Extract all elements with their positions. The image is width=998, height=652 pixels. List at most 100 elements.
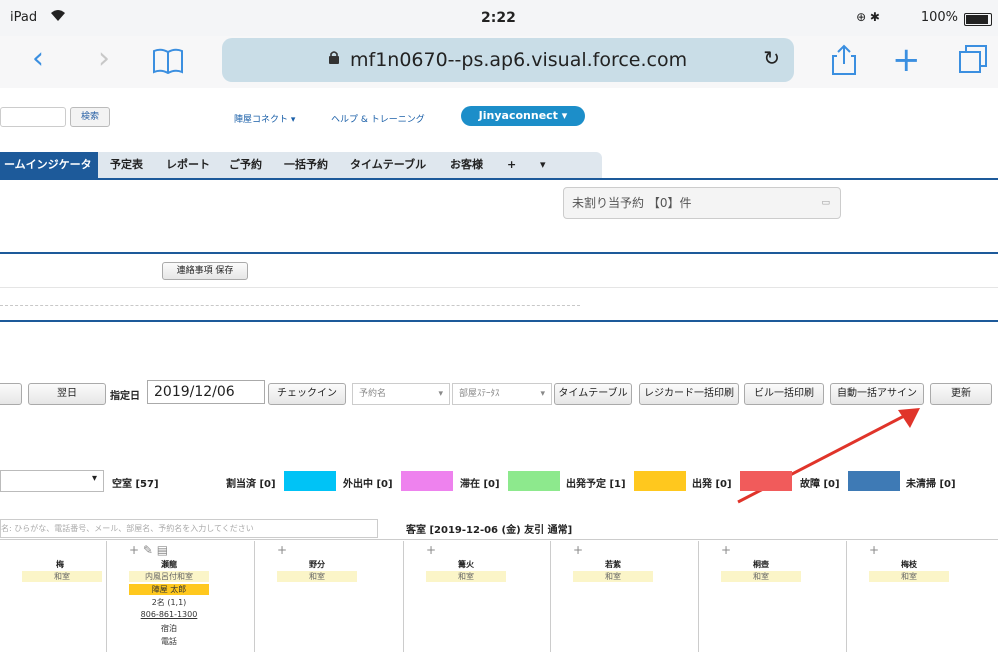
- reload-icon[interactable]: ↻: [763, 46, 780, 70]
- room-type: 内風呂付和室: [129, 571, 209, 582]
- guest-count: 2名 (1,1): [151, 598, 187, 607]
- room-cell[interactable]: + ✎ ▤ 瀬龍内風呂付和室 陣屋 太郎 2名 (1,1) 806-861-1300 宿泊…: [106, 541, 255, 652]
- legend-staying-swatch: [508, 471, 560, 491]
- lock-icon: [329, 51, 339, 64]
- bookmarks-icon[interactable]: [152, 48, 184, 78]
- legend-departing-swatch: [634, 471, 686, 491]
- tab-schedule[interactable]: 予定表: [110, 152, 143, 178]
- room-type: 和室: [869, 571, 949, 582]
- legend-vacant: 空室 [57]: [112, 479, 159, 490]
- room-type: 和室: [277, 571, 357, 582]
- room-cell[interactable]: 梅和室: [0, 541, 106, 652]
- legend-departed-swatch: [740, 471, 792, 491]
- wifi-icon: [50, 8, 66, 26]
- guest-name[interactable]: 陣屋 太郎: [129, 584, 209, 595]
- date-input[interactable]: 2019/12/06: [147, 380, 265, 404]
- tab-reservations[interactable]: ご予約: [229, 152, 262, 178]
- legend-broken-swatch: [848, 471, 900, 491]
- room-name: 梅枝: [901, 560, 917, 569]
- legend-staying: 滞在 [0]: [460, 479, 500, 490]
- divider: [0, 320, 998, 322]
- room-name: 瀬龍: [161, 560, 177, 569]
- room-grid-header: 客室 [2019-12-06 (金) 友引 通常]: [406, 525, 573, 536]
- legend-broken: 故障 [0]: [800, 479, 840, 490]
- device-label: iPad: [10, 10, 38, 25]
- browser-toolbar: ‹ › mf1n0670--ps.ap6.visual.force.com ↻ …: [0, 36, 998, 89]
- search-button[interactable]: 検索: [70, 107, 110, 127]
- battery-percent: 100%: [920, 10, 958, 25]
- unassigned-reservations[interactable]: 未割り当予約 【0】件 ▭: [563, 187, 841, 219]
- room-cell[interactable]: + 若紫和室: [550, 541, 699, 652]
- legend-departing: 出発予定 [1]: [566, 479, 626, 490]
- link-jinya-connect[interactable]: 陣屋コネクト ▾: [234, 112, 295, 125]
- legend-assigned-swatch: [284, 471, 336, 491]
- global-search-input[interactable]: [0, 107, 66, 127]
- url-text: mf1n0670--ps.ap6.visual.force.com: [350, 49, 688, 71]
- tab-customers[interactable]: お客様: [450, 152, 483, 178]
- tab-timetable[interactable]: タイムテーブル: [350, 152, 426, 178]
- main-tabs: ームインジケータ 予定表 レポート ご予約 一括予約 タイムテーブル お客様 +…: [0, 152, 602, 178]
- tab-room-indicator[interactable]: ームインジケータ: [0, 152, 98, 178]
- user-menu-button[interactable]: Jinyaconnect ▾: [461, 106, 585, 126]
- date-label: 指定日: [110, 391, 140, 402]
- room-type: 和室: [721, 571, 801, 582]
- divider: [0, 539, 998, 540]
- clock: 2:22: [481, 10, 516, 26]
- ios-status-bar: iPad 2:22 ⊕ ✱ 100%: [0, 0, 998, 36]
- calendar-icon: ▭: [821, 198, 830, 208]
- legend-out-swatch: [401, 471, 453, 491]
- room-cell[interactable]: + 篝火和室: [403, 541, 552, 652]
- room-type: 和室: [573, 571, 653, 582]
- save-notes-button[interactable]: 連絡事項 保存: [162, 262, 248, 280]
- divider: [0, 252, 998, 254]
- room-cell[interactable]: + 桐壺和室: [698, 541, 847, 652]
- divider: [0, 178, 998, 180]
- annotation-arrow: [737, 408, 920, 504]
- reservation-name-select[interactable]: 予約名 ▾: [352, 383, 450, 405]
- legend-assigned: 割当済 [0]: [226, 479, 276, 490]
- room-type: 和室: [22, 571, 102, 582]
- legend-uncleaned: 未清掃 [0]: [906, 479, 956, 490]
- room-name: 篝火: [458, 560, 474, 569]
- room-name: 野分: [309, 560, 325, 569]
- add-reservation-icon[interactable]: +: [869, 543, 879, 557]
- tab-add[interactable]: +: [507, 152, 516, 178]
- checkin-button[interactable]: チェックイン: [268, 383, 346, 405]
- guest-phone[interactable]: 806-861-1300: [129, 610, 209, 619]
- room-name: 梅: [56, 560, 64, 569]
- prev-day-button[interactable]: [0, 383, 22, 405]
- tab-more[interactable]: ▾: [540, 152, 546, 178]
- room-cell[interactable]: + 梅枝和室: [846, 541, 995, 652]
- add-reservation-icon[interactable]: +: [277, 543, 287, 557]
- add-reservation-icon[interactable]: + ✎ ▤: [129, 543, 168, 557]
- add-reservation-icon[interactable]: +: [426, 543, 436, 557]
- forward-icon[interactable]: ›: [98, 44, 110, 74]
- battery-icon: [964, 13, 992, 26]
- add-reservation-icon[interactable]: +: [573, 543, 583, 557]
- link-help-training[interactable]: ヘルプ & トレーニング: [331, 112, 425, 125]
- timetable-button[interactable]: タイムテーブル: [554, 383, 632, 405]
- back-icon[interactable]: ‹: [32, 44, 44, 74]
- tab-bulk-reservation[interactable]: 一括予約: [284, 152, 328, 178]
- room-cell[interactable]: + 野分和室: [254, 541, 403, 652]
- next-day-button[interactable]: 翌日: [28, 383, 106, 405]
- room-name: 桐壺: [753, 560, 769, 569]
- memo: 電話: [161, 637, 177, 646]
- tabs-icon[interactable]: [958, 44, 988, 78]
- room-status-select[interactable]: 部屋ｽﾃｰﾀｽ ▾: [452, 383, 552, 405]
- divider: [0, 305, 580, 306]
- room-type: 和室: [426, 571, 506, 582]
- room-search-input[interactable]: 名: ひらがな、電話番号、メール、部屋名、予約名を入力してください: [0, 519, 378, 538]
- share-icon[interactable]: [831, 44, 857, 80]
- room-name: 若紫: [605, 560, 621, 569]
- new-tab-icon[interactable]: +: [892, 40, 921, 80]
- bluetooth-icon: ⊕ ✱: [856, 10, 880, 24]
- divider: [0, 287, 998, 288]
- add-reservation-icon[interactable]: +: [721, 543, 731, 557]
- address-bar[interactable]: mf1n0670--ps.ap6.visual.force.com ↻: [222, 38, 794, 82]
- legend-vacant-swatch: [164, 471, 218, 491]
- plan: 宿泊: [161, 624, 177, 633]
- view-select[interactable]: ▾: [0, 470, 104, 492]
- tab-report[interactable]: レポート: [166, 152, 210, 178]
- refresh-button[interactable]: 更新: [930, 383, 992, 405]
